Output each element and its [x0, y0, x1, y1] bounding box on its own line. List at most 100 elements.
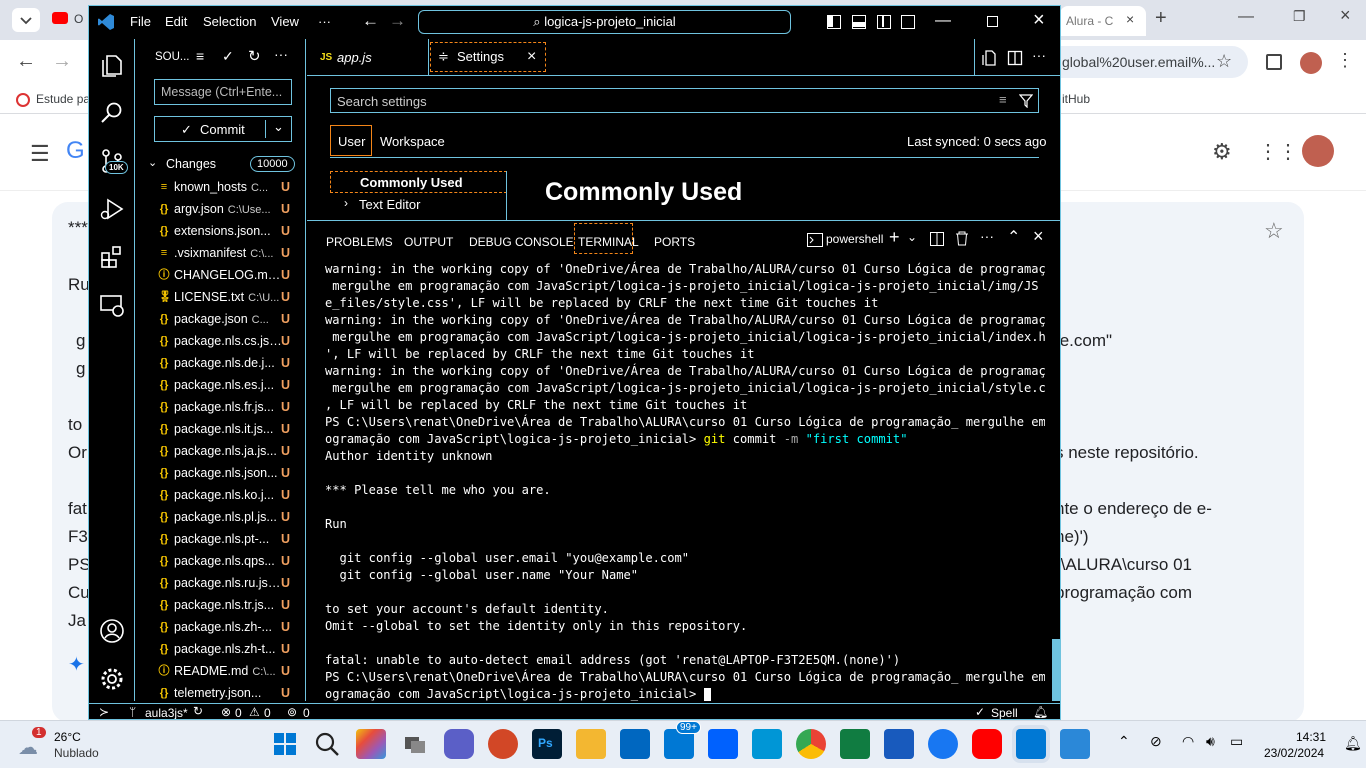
clock-time[interactable]: 14:31: [1296, 730, 1326, 744]
bookmark-item[interactable]: Estude pa: [36, 92, 90, 106]
clear-filter-icon[interactable]: ≡: [999, 92, 1007, 107]
excel-icon[interactable]: [840, 729, 870, 759]
terminal-output[interactable]: warning: in the working copy of 'OneDriv…: [325, 261, 1045, 701]
vscode-taskbar-icon[interactable]: [1016, 729, 1046, 759]
changed-file-item[interactable]: {} package.nls.es.j... U: [136, 374, 306, 396]
more-actions-icon[interactable]: ···: [980, 228, 994, 244]
network-off-icon[interactable]: ⊘: [1150, 733, 1162, 750]
toc-text-editor[interactable]: › Text Editor: [330, 193, 507, 215]
sync-icon[interactable]: ↻: [193, 704, 203, 718]
error-icon[interactable]: ⊗: [221, 705, 231, 719]
split-editor-icon[interactable]: [1007, 50, 1023, 66]
menu-selection[interactable]: Selection: [203, 14, 256, 29]
changed-file-item[interactable]: 🎖 LICENSE.txt C:\U... U: [136, 286, 306, 308]
check-icon[interactable]: ✓: [222, 48, 234, 65]
changed-file-item[interactable]: {} package.nls.qps... U: [136, 550, 306, 572]
chrome-tab-title[interactable]: O: [74, 12, 83, 26]
git-branch-label[interactable]: aula3js*: [145, 706, 188, 719]
youtube-icon[interactable]: [972, 729, 1002, 759]
command-center[interactable]: ⌕ logica-js-projeto_inicial: [418, 10, 791, 34]
maximize-icon[interactable]: [987, 16, 998, 27]
clock-date[interactable]: 23/02/2024: [1264, 746, 1324, 760]
changed-file-item[interactable]: {} package.nls.zh-t... U: [136, 638, 306, 660]
chrome-tab-search-button[interactable]: [12, 8, 40, 32]
forward-icon[interactable]: →: [52, 50, 72, 73]
nav-back-icon[interactable]: ←: [362, 11, 379, 31]
remote-indicator-icon[interactable]: ≻: [99, 705, 109, 719]
changed-file-item[interactable]: {} package.nls.ru.js... U: [136, 572, 306, 594]
panel-tab-output[interactable]: OUTPUT: [404, 235, 453, 249]
changed-file-item[interactable]: {} extensions.json... U: [136, 220, 306, 242]
teams-icon[interactable]: [444, 729, 474, 759]
changed-file-item[interactable]: {} package.nls.zh-... U: [136, 616, 306, 638]
view-as-tree-icon[interactable]: ≡: [196, 48, 204, 64]
filter-icon[interactable]: [1019, 94, 1033, 108]
changed-file-item[interactable]: ≡ .vsixmanifest C:\... U: [136, 242, 306, 264]
wifi-icon[interactable]: ◠: [1182, 733, 1194, 750]
search-icon[interactable]: [98, 99, 126, 127]
toggle-panel-icon[interactable]: [852, 15, 866, 29]
toggle-primary-sidebar-icon[interactable]: [827, 15, 841, 29]
customize-layout-icon[interactable]: [901, 15, 915, 29]
chrome-icon[interactable]: [796, 729, 826, 759]
changed-file-item[interactable]: {} package.nls.pt-... U: [136, 528, 306, 550]
tray-chevron-up-icon[interactable]: ⌃: [1118, 733, 1130, 750]
changes-header[interactable]: ⌄ Changes 10000: [136, 153, 306, 175]
accounts-icon[interactable]: [98, 617, 126, 645]
new-tab-icon[interactable]: +: [1155, 7, 1167, 30]
weather-widget[interactable]: ☁ 1: [16, 727, 52, 759]
user-avatar[interactable]: [1302, 135, 1334, 167]
chevron-down-icon[interactable]: ⌄: [273, 119, 284, 135]
notifications-bell-icon[interactable]: 🔔︎: [1344, 735, 1362, 752]
word-icon[interactable]: [884, 729, 914, 759]
file-explorer-icon[interactable]: [576, 729, 606, 759]
changed-file-item[interactable]: {} package.nls.fr.js... U: [136, 396, 306, 418]
open-settings-json-icon[interactable]: [982, 50, 998, 66]
toggle-secondary-sidebar-icon[interactable]: [877, 15, 891, 29]
chrome-tab-alura[interactable]: Alura - C ×: [1060, 6, 1146, 36]
changed-file-item[interactable]: {} package.nls.de.j... U: [136, 352, 306, 374]
store-icon[interactable]: [620, 729, 650, 759]
changed-file-item[interactable]: {} argv.json C:\Use... U: [136, 198, 306, 220]
profile-avatar[interactable]: [1300, 52, 1322, 74]
volume-icon[interactable]: 🔊︎: [1206, 733, 1215, 750]
panel-tab-ports[interactable]: PORTS: [654, 235, 695, 249]
panel-tab-debug-console[interactable]: DEBUG CONSOLE: [469, 235, 574, 249]
close-icon[interactable]: ×: [1033, 9, 1045, 32]
notifications-bell-icon[interactable]: 🔔︎: [1033, 705, 1048, 719]
split-terminal-icon[interactable]: [930, 232, 944, 246]
search-icon[interactable]: [312, 729, 342, 759]
explorer-icon[interactable]: [98, 51, 126, 79]
bookmark-item[interactable]: itHub: [1062, 92, 1090, 106]
powerpoint-icon[interactable]: [488, 729, 518, 759]
changed-file-item[interactable]: {} package.nls.ko.j... U: [136, 484, 306, 506]
panel-tab-problems[interactable]: PROBLEMS: [326, 235, 393, 249]
remote-explorer-icon[interactable]: [98, 291, 126, 319]
ports-icon[interactable]: ⊚: [287, 705, 297, 719]
star-icon[interactable]: ☆: [1264, 218, 1284, 244]
nav-forward-icon[interactable]: →: [389, 11, 406, 31]
menu-view[interactable]: View: [271, 14, 299, 29]
changed-file-item[interactable]: {} package.nls.it.js... U: [136, 418, 306, 440]
hp-icon[interactable]: [752, 729, 782, 759]
photoshop-icon[interactable]: Ps: [532, 729, 562, 759]
toc-commonly-used[interactable]: Commonly Used: [330, 171, 507, 193]
dropbox-icon[interactable]: [708, 729, 738, 759]
changed-file-item[interactable]: {} telemetry.json... U: [136, 682, 306, 704]
changed-file-item[interactable]: {} package.nls.pl.js... U: [136, 506, 306, 528]
back-icon[interactable]: ←: [16, 50, 36, 73]
settings-search-input[interactable]: Search settings ≡: [330, 88, 1039, 113]
trash-icon[interactable]: [955, 231, 969, 246]
source-control-icon[interactable]: 10K: [98, 147, 128, 175]
close-window-icon[interactable]: ×: [1340, 5, 1351, 26]
changed-file-item[interactable]: {} package.nls.cs.js... U: [136, 330, 306, 352]
notepad-icon[interactable]: [1060, 729, 1090, 759]
battery-icon[interactable]: ▭: [1230, 733, 1243, 750]
tab-settings[interactable]: ≑ Settings ×: [430, 42, 546, 72]
changed-file-item[interactable]: {} package.nls.json... U: [136, 462, 306, 484]
new-terminal-icon[interactable]: +: [889, 227, 900, 248]
terminal-shell-label[interactable]: powershell: [826, 232, 883, 246]
more-actions-icon[interactable]: ···: [274, 46, 288, 62]
terminal-scrollbar[interactable]: [1052, 639, 1060, 701]
maximize-panel-icon[interactable]: ⌃: [1007, 227, 1020, 247]
